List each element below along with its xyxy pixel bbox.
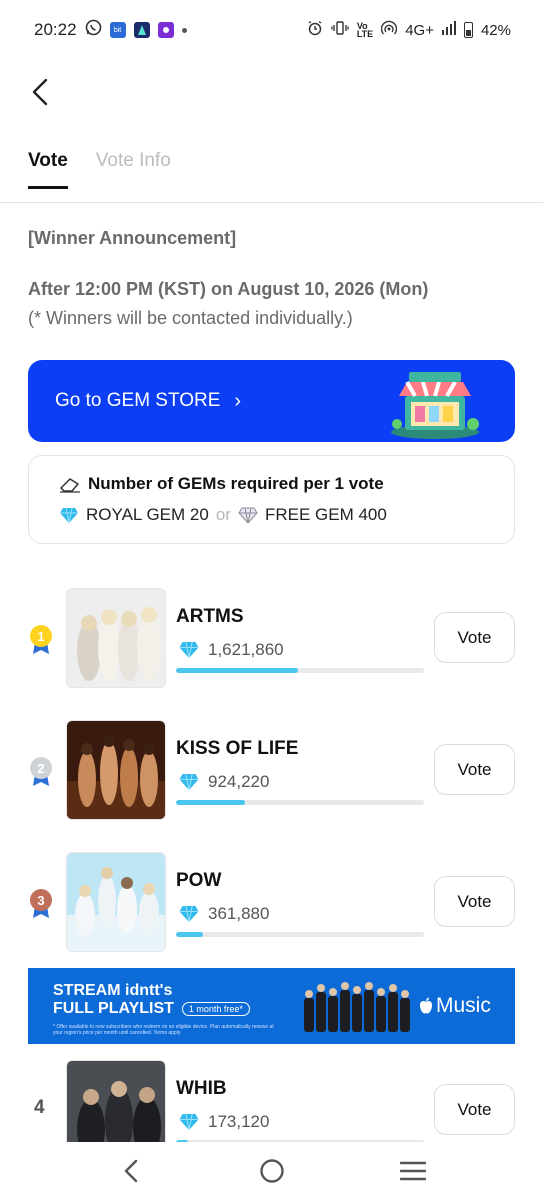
apple-music-logo: Music (418, 994, 491, 1018)
vote-count-value: 173,120 (208, 1112, 270, 1131)
tab-bar: Vote Vote Info (28, 150, 171, 189)
free-gem-requirement: FREE GEM 400 (264, 505, 387, 524)
gem-icon (179, 905, 199, 923)
announcement-title: [Winner Announcement] (28, 228, 237, 248)
vote-button[interactable]: Vote (434, 612, 515, 663)
ad-subheadline-text: FULL PLAYLIST (53, 1000, 174, 1017)
nav-home-button[interactable] (252, 1151, 292, 1191)
ad-offer-pill: 1 month free* (181, 1002, 250, 1016)
gem-icon (179, 641, 199, 659)
announcement-note: (* Winners will be contacted individuall… (28, 308, 353, 328)
rank-number: 3 (37, 893, 44, 908)
chevron-left-icon (32, 78, 48, 106)
apple-music-ad-banner[interactable]: STREAM idntt's FULL PLAYLIST 1 month fre… (28, 968, 515, 1044)
rank-number: 4 (34, 1097, 45, 1118)
app-notification-icon (133, 22, 150, 38)
gem-requirement-box: Number of GEMs required per 1 vote ROYAL… (28, 455, 515, 544)
tabs-divider (0, 202, 543, 203)
tab-vote-info[interactable]: Vote Info (96, 150, 171, 188)
vote-count: 1,621,860 (178, 640, 284, 660)
status-bar: 20:22 bit Vo LTE 4G+ 42% (0, 0, 543, 60)
eraser-icon (60, 478, 80, 493)
apple-music-brand: Music (436, 994, 491, 1017)
silver-medal-icon: 2 (30, 757, 52, 786)
gem-requirement-title: Number of GEMs required per 1 vote (88, 474, 384, 493)
artist-name: ARTMS (176, 606, 244, 627)
vote-count-value: 924,220 (208, 772, 270, 791)
status-left: 20:22 bit (34, 19, 187, 41)
vote-progress-bar (176, 932, 424, 937)
app-notification-icon (157, 22, 174, 38)
tab-vote[interactable]: Vote (28, 150, 68, 189)
vote-count: 173,120 (178, 1112, 269, 1132)
free-gem-icon (238, 507, 258, 524)
hotspot-icon (381, 20, 398, 40)
ad-fine-print: * Offer available to new subscribers who… (53, 1024, 274, 1036)
menu-lines-icon (399, 1161, 426, 1181)
artist-photo[interactable] (66, 720, 166, 820)
vote-count: 361,880 (178, 904, 269, 924)
royal-gem-requirement: ROYAL GEM 20 (86, 505, 209, 524)
gem-store-label: Go to GEM STORE (55, 390, 221, 411)
gem-or-text: or (215, 505, 231, 524)
vote-progress-fill (176, 668, 298, 673)
nav-recents-button[interactable] (393, 1151, 433, 1191)
artist-name: POW (176, 870, 222, 891)
vote-count-value: 361,880 (208, 904, 270, 923)
artist-name: WHIB (176, 1078, 227, 1099)
gem-store-button[interactable]: Go to GEM STORE › (28, 360, 515, 442)
gem-icon (179, 1113, 199, 1131)
rank-number: 2 (37, 761, 44, 776)
vote-count: 924,220 (178, 772, 269, 792)
signal-icon (441, 21, 456, 39)
battery-icon (463, 22, 473, 38)
alarm-icon (307, 20, 323, 40)
app-notification-icon: bit (109, 22, 126, 38)
gold-medal-icon: 1 (30, 625, 52, 654)
vote-count-value: 1,621,860 (208, 640, 284, 659)
volte-icon: Vo LTE (356, 21, 374, 39)
chevron-right-icon: › (234, 389, 242, 412)
home-circle-icon (259, 1159, 284, 1183)
vote-progress-bar (176, 668, 424, 673)
announcement-date: After 12:00 PM (KST) on August 10, 2026 … (28, 279, 429, 299)
more-notifications-dot (181, 27, 187, 33)
gem-requirement-values: ROYAL GEM 20 or FREE GEM 400 (59, 505, 514, 525)
list-item: 2 KISS OF LIFE 924,220 Vote (0, 720, 543, 820)
vibrate-icon (331, 20, 349, 40)
network-type: 4G+ (405, 21, 434, 39)
royal-gem-icon (60, 507, 78, 523)
system-nav-bar (0, 1142, 543, 1200)
rank-number: 1 (37, 629, 44, 644)
artist-photo[interactable] (66, 852, 166, 952)
apple-logo-icon (420, 997, 432, 1013)
list-item: 3 POW 361,880 Vote (0, 852, 543, 952)
battery-percent: 42% (480, 21, 511, 39)
vote-button[interactable]: Vote (434, 1084, 515, 1135)
store-illustration-icon (391, 372, 479, 439)
vote-button[interactable]: Vote (434, 744, 515, 795)
back-button[interactable] (22, 72, 58, 112)
chevron-left-icon (124, 1159, 137, 1183)
bronze-medal-icon: 3 (30, 889, 52, 918)
artist-photo[interactable] (66, 588, 166, 688)
vote-progress-bar (176, 800, 424, 805)
ad-headline: STREAM idntt's (53, 982, 173, 999)
list-item: 1 ARTMS 1,621,860 Vote (0, 588, 543, 688)
whatsapp-icon (85, 19, 102, 41)
vote-button[interactable]: Vote (434, 876, 515, 927)
status-time: 20:22 (34, 20, 77, 39)
group-photo (300, 976, 415, 1038)
vote-progress-fill (176, 800, 246, 805)
vote-progress-fill (176, 932, 204, 937)
ad-subheadline: FULL PLAYLIST 1 month free* (53, 1000, 250, 1018)
nav-back-button[interactable] (111, 1151, 151, 1191)
artist-name: KISS OF LIFE (176, 738, 299, 759)
gem-icon (179, 773, 199, 791)
gem-requirement-title-row: Number of GEMs required per 1 vote (59, 474, 514, 494)
status-right: Vo LTE 4G+ 42% (307, 20, 511, 40)
